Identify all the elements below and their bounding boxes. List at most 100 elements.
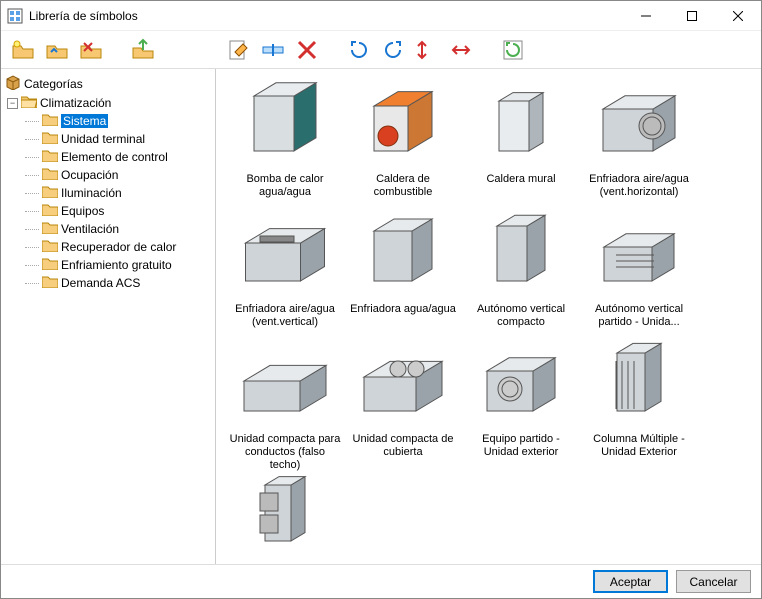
collapse-icon[interactable]: − [7, 98, 18, 109]
minimize-button[interactable] [623, 1, 669, 30]
rotate-left-button[interactable] [343, 34, 375, 66]
tree-connector [25, 157, 39, 158]
folder-icon [42, 167, 58, 183]
folder-icon [42, 257, 58, 273]
cancel-button[interactable]: Cancelar [676, 570, 751, 593]
delete-folder-button[interactable] [75, 34, 107, 66]
symbol-thumbnail [476, 81, 566, 171]
rotate-right-button[interactable] [377, 34, 409, 66]
symbol-thumbnail [358, 341, 448, 431]
symbol-label: Columna Múltiple - Unidad Exterior [583, 433, 695, 459]
folder-icon [42, 185, 58, 201]
folder-icon [42, 275, 58, 291]
tree-item-label: Ocupación [61, 168, 118, 182]
symbol-item[interactable]: Unidad compacta de cubierta [344, 337, 462, 467]
symbol-label: Bomba de calor agua/agua [229, 173, 341, 199]
symbol-item[interactable]: Enfriadora aire/agua (vent.vertical) [226, 207, 344, 337]
symbol-item[interactable] [226, 467, 344, 564]
tree-item-label: Ventilación [61, 222, 119, 236]
accept-button[interactable]: Aceptar [593, 570, 668, 593]
tree-item-label: Unidad terminal [61, 132, 145, 146]
folder-icon [42, 239, 58, 255]
tree-item-label: Sistema [61, 114, 108, 128]
symbol-item[interactable]: Autónomo vertical partido - Unida... [580, 207, 698, 337]
tree-connector [25, 211, 39, 212]
tree-item-label: Recuperador de calor [61, 240, 176, 254]
symbol-item[interactable]: Unidad compacta para conductos (falso te… [226, 337, 344, 467]
folder-icon [42, 113, 58, 129]
tree-category-label: Climatización [40, 96, 111, 110]
tree-item[interactable]: Elemento de control [3, 148, 213, 166]
body: Categorías − Climatización Sistema Unidad… [1, 69, 761, 564]
symbol-thumbnail [594, 341, 684, 431]
tree-item-label: Equipos [61, 204, 104, 218]
symbol-grid[interactable]: Bomba de calor agua/agua Caldera de comb… [216, 69, 761, 564]
symbol-item[interactable]: Caldera de combustible [344, 77, 462, 207]
symbol-thumbnail [594, 81, 684, 171]
flip-vertical-button[interactable] [445, 34, 477, 66]
tree-connector [25, 247, 39, 248]
symbol-item[interactable]: Enfriadora aire/agua (vent.horizontal) [580, 77, 698, 207]
dialog-footer: Aceptar Cancelar [1, 564, 761, 598]
symbol-label: Enfriadora agua/agua [350, 303, 456, 316]
symbol-thumbnail [240, 471, 330, 561]
folder-icon [42, 203, 58, 219]
box-icon [5, 74, 21, 93]
symbol-thumbnail [240, 81, 330, 171]
symbol-label: Caldera de combustible [347, 173, 459, 199]
titlebar: Librería de símbolos [1, 1, 761, 31]
symbol-item[interactable]: Columna Múltiple - Unidad Exterior [580, 337, 698, 467]
symbol-label: Enfriadora aire/agua (vent.horizontal) [583, 173, 695, 199]
tree-item[interactable]: Recuperador de calor [3, 238, 213, 256]
tree-item[interactable]: Equipos [3, 202, 213, 220]
delete-button[interactable] [291, 34, 323, 66]
tree-connector [25, 121, 39, 122]
new-folder-button[interactable] [7, 34, 39, 66]
symbol-thumbnail [240, 211, 330, 301]
maximize-button[interactable] [669, 1, 715, 30]
tree-item-label: Demanda ACS [61, 276, 140, 290]
symbol-label: Enfriadora aire/agua (vent.vertical) [229, 303, 341, 329]
tree-category[interactable]: − Climatización [3, 94, 213, 112]
category-tree[interactable]: Categorías − Climatización Sistema Unidad… [1, 69, 216, 564]
window-title: Librería de símbolos [29, 9, 623, 23]
export-button[interactable] [127, 34, 159, 66]
tree-root[interactable]: Categorías [3, 73, 213, 94]
symbol-thumbnail [476, 341, 566, 431]
tree-connector [25, 139, 39, 140]
tree-connector [25, 175, 39, 176]
symbol-item[interactable]: Equipo partido - Unidad exterior [462, 337, 580, 467]
tree-item-label: Enfriamiento gratuito [61, 258, 172, 272]
symbol-item[interactable]: Caldera mural [462, 77, 580, 207]
tree-item[interactable]: Ocupación [3, 166, 213, 184]
tree-item[interactable]: Iluminación [3, 184, 213, 202]
symbol-label: Autónomo vertical partido - Unida... [583, 303, 695, 329]
symbol-item[interactable]: Bomba de calor agua/agua [226, 77, 344, 207]
tree-connector [25, 283, 39, 284]
tree-connector [25, 229, 39, 230]
tree-item-label: Elemento de control [61, 150, 168, 164]
symbol-item[interactable]: Autónomo vertical compacto [462, 207, 580, 337]
close-button[interactable] [715, 1, 761, 30]
flip-horizontal-button[interactable] [411, 34, 443, 66]
tree-item[interactable]: Unidad terminal [3, 130, 213, 148]
tree-item[interactable]: Ventilación [3, 220, 213, 238]
refresh-button[interactable] [497, 34, 529, 66]
symbol-thumbnail [594, 211, 684, 301]
window: Librería de símbolos Categorías [0, 0, 762, 599]
tree-item[interactable]: Demanda ACS [3, 274, 213, 292]
window-buttons [623, 1, 761, 30]
rename-button[interactable] [257, 34, 289, 66]
folder-icon [42, 131, 58, 147]
edit-button[interactable] [223, 34, 255, 66]
folder-icon [42, 149, 58, 165]
symbol-item[interactable]: Enfriadora agua/agua [344, 207, 462, 337]
symbol-thumbnail [476, 211, 566, 301]
tree-root-label: Categorías [24, 77, 83, 91]
symbol-thumbnail [240, 341, 330, 431]
tree-item[interactable]: Enfriamiento gratuito [3, 256, 213, 274]
tree-item[interactable]: Sistema [3, 112, 213, 130]
folder-open-icon [21, 95, 37, 111]
open-folder-button[interactable] [41, 34, 73, 66]
tree-connector [25, 265, 39, 266]
